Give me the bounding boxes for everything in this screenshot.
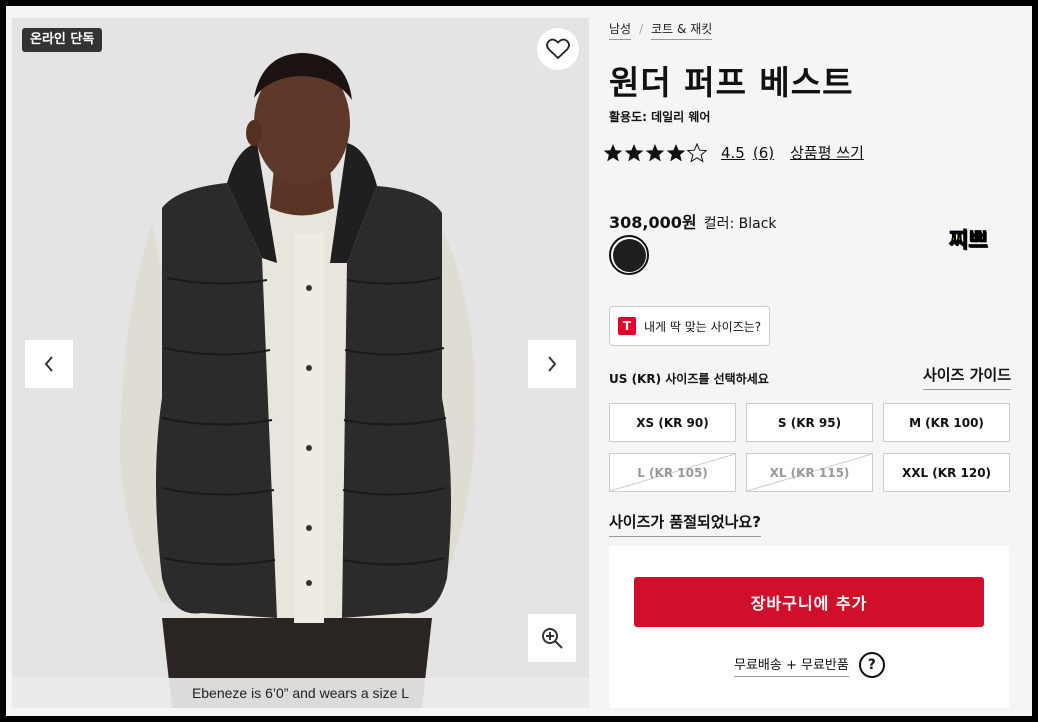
breadcrumb: 남성 / 코트 & 재킷 xyxy=(609,20,713,40)
rating-stars-icon[interactable] xyxy=(603,143,707,163)
size-option-label: S (KR 95) xyxy=(777,415,842,430)
size-option-s[interactable]: S (KR 95) xyxy=(746,403,873,442)
size-option-label: L (KR 105) xyxy=(637,465,708,480)
size-option-xxl[interactable]: XXL (KR 120) xyxy=(883,453,1010,492)
add-to-cart-button[interactable]: 장바구니에 추가 xyxy=(634,577,984,627)
sold-out-size-link[interactable]: 사이즈가 품절되었나요? xyxy=(609,511,761,537)
size-guide-link[interactable]: 사이즈 가이드 xyxy=(922,364,1011,390)
size-option-label: M (KR 100) xyxy=(909,415,984,430)
size-option-label: XS (KR 90) xyxy=(636,415,709,430)
rating-value[interactable]: 4.5 xyxy=(721,144,745,162)
size-option-xl[interactable]: XL (KR 115) xyxy=(746,453,873,492)
size-option-l[interactable]: L (KR 105) xyxy=(609,453,736,492)
model-caption: Ebeneze is 6’0” and wears a size L xyxy=(12,678,589,708)
swatch-fill xyxy=(612,238,646,272)
fit-finder-logo-icon: T xyxy=(618,317,636,335)
next-image-button[interactable] xyxy=(528,340,576,388)
free-shipping-text[interactable]: 무료배송 + 무료반품 xyxy=(734,654,849,677)
write-review-link[interactable]: 상품평 쓰기 xyxy=(790,142,864,163)
color-swatch-black[interactable] xyxy=(609,235,649,275)
heart-icon xyxy=(546,38,570,60)
price-row: 308,000원 컬러: Black xyxy=(609,209,777,233)
size-option-label: XXL (KR 120) xyxy=(901,465,992,480)
zoom-in-icon xyxy=(542,628,563,649)
help-icon[interactable]: ? xyxy=(858,652,885,678)
sticker-text: 찌쁘 xyxy=(949,228,989,253)
fit-finder-label: 내게 딱 맞는 사이즈는? xyxy=(644,319,762,334)
zoom-button[interactable] xyxy=(528,614,576,662)
size-select-label: US (KR) 사이즈를 선택하세요 xyxy=(609,372,769,386)
chevron-left-icon xyxy=(44,356,53,372)
rating-row: 4.5 (6) 상품평 쓰기 xyxy=(603,142,864,163)
cart-panel: 장바구니에 추가 무료배송 + 무료반품 ? xyxy=(609,546,1009,708)
size-option-m[interactable]: M (KR 100) xyxy=(883,403,1010,442)
product-image-panel: 온라인 단독 Ebeneze is 6’0” and wears a size … xyxy=(12,18,589,708)
breadcrumb-separator: / xyxy=(639,22,644,36)
product-price: 308,000원 xyxy=(609,213,697,232)
online-exclusive-badge: 온라인 단독 xyxy=(22,28,103,52)
wishlist-button[interactable] xyxy=(537,28,579,70)
prev-image-button[interactable] xyxy=(25,340,73,388)
breadcrumb-item-coats[interactable]: 코트 & 재킷 xyxy=(651,22,713,40)
shipping-row: 무료배송 + 무료반품 ? xyxy=(734,652,885,678)
breadcrumb-item-men[interactable]: 남성 xyxy=(609,22,632,40)
color-label: 컬러: Black xyxy=(703,216,777,232)
size-option-xs[interactable]: XS (KR 90) xyxy=(609,403,736,442)
review-count[interactable]: (6) xyxy=(753,144,774,162)
usage-text: 활용도: 데일리 웨어 xyxy=(609,110,711,124)
size-option-label: XL (KR 115) xyxy=(769,465,850,480)
chevron-right-icon xyxy=(548,356,557,372)
product-photo xyxy=(12,18,589,708)
fit-finder-button[interactable]: T 내게 딱 맞는 사이즈는? xyxy=(609,306,771,346)
product-title: 원더 퍼프 베스트 xyxy=(609,63,854,102)
